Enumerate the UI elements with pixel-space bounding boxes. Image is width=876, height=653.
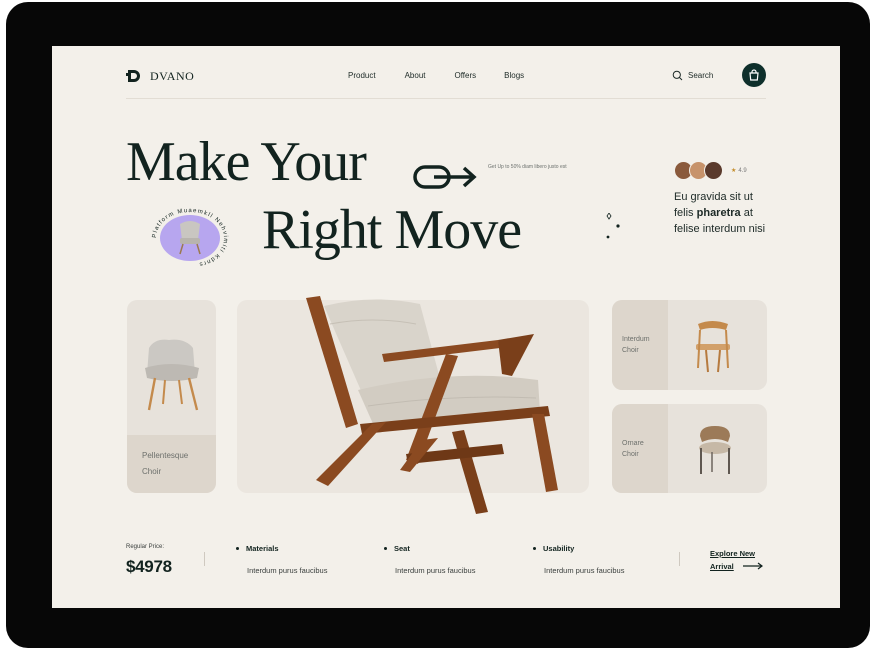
search-button[interactable]: Search (672, 70, 713, 81)
rating: ★ 4.9 (731, 167, 747, 175)
feature-description: Interdum purus faucibus (544, 566, 625, 575)
product-name: Interdum (622, 336, 650, 343)
nav-about[interactable]: About (405, 71, 426, 80)
sparkle-icon (606, 213, 620, 239)
product-label: Interdum Choir (622, 334, 650, 356)
product-label: Ornare Choir (622, 438, 644, 460)
hero-side-text: Eu gravida sit ut felis pharetra at feli… (674, 189, 774, 237)
main-nav: Product About Offers Blogs (348, 71, 524, 80)
header-divider (126, 98, 766, 99)
feature-title: Seat (384, 544, 475, 553)
divider (679, 552, 680, 566)
hero-title-line1: Make Your (126, 131, 367, 193)
rating-value: 4.9 (738, 167, 747, 174)
price-label: Regular Price: (126, 544, 165, 550)
round-chair-image (699, 426, 731, 474)
logo[interactable]: DVANO (126, 68, 194, 84)
bag-icon (749, 69, 759, 81)
hero-title-line2: Right Move (262, 199, 522, 261)
feature-usability: Usability Interdum purus faucibus (533, 544, 624, 575)
product-name: Ornare (622, 440, 644, 447)
divider (204, 552, 205, 566)
product-type: Choir (142, 467, 162, 476)
product-type: Choir (622, 451, 639, 458)
search-label: Search (688, 71, 714, 80)
product-label: Pellentesque Choir (142, 448, 188, 480)
side-text-bold: pharetra (696, 207, 741, 219)
search-icon (672, 70, 683, 81)
feature-description: Interdum purus faucibus (247, 566, 328, 575)
nav-product[interactable]: Product (348, 71, 376, 80)
featured-chair-image (306, 296, 558, 514)
logo-text: DVANO (150, 68, 195, 83)
platform-badge[interactable]: Platform Muaemkll Nehvimiti Kdnrs (140, 196, 240, 280)
website-screen: DVANO Product About Offers Blogs Search … (52, 46, 840, 608)
star-icon: ★ (731, 168, 737, 174)
cart-button[interactable] (742, 63, 766, 87)
product-card-interdum[interactable]: Interdum Choir (612, 300, 767, 390)
avatar (704, 161, 723, 180)
feature-materials: Materials Interdum purus faucibus (236, 544, 327, 575)
product-card-pellentesque[interactable]: Pellentesque Choir (127, 300, 216, 493)
customer-avatars: ★ 4.9 (674, 161, 747, 180)
nav-blogs[interactable]: Blogs (504, 71, 524, 80)
armchair-image (145, 339, 199, 411)
feature-title: Materials (236, 544, 327, 553)
arrow-right-icon[interactable] (412, 162, 478, 192)
explore-line1: Explore New (710, 549, 756, 558)
wooden-chair-image (696, 321, 730, 373)
device-frame: DVANO Product About Offers Blogs Search … (6, 2, 870, 648)
price-value: $4978 (126, 557, 172, 576)
product-type: Choir (622, 347, 639, 354)
explore-line2: Arrival (710, 562, 734, 571)
feature-description: Interdum purus faucibus (395, 566, 476, 575)
promo-text: Get Up to 50% diam libero justo est (488, 164, 567, 170)
nav-offers[interactable]: Offers (454, 71, 476, 80)
product-card-ornare[interactable]: Ornare Choir (612, 404, 767, 493)
logo-icon (126, 70, 140, 82)
feature-seat: Seat Interdum purus faucibus (384, 544, 475, 575)
feature-title: Usability (533, 544, 624, 553)
arrow-right-icon[interactable] (742, 562, 764, 570)
product-name: Pellentesque (142, 451, 189, 460)
